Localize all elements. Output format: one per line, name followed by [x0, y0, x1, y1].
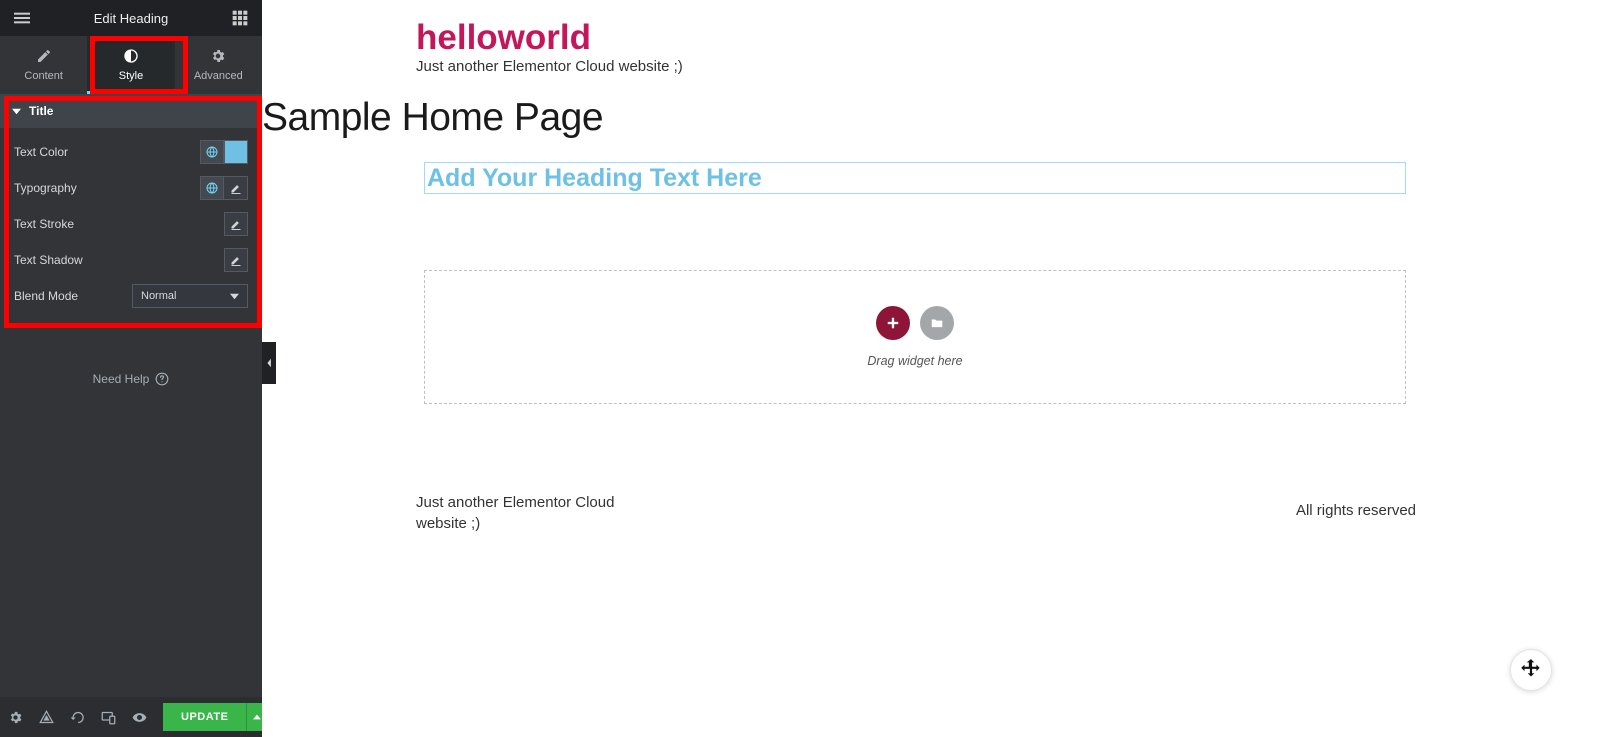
text-color-global-icon[interactable]	[200, 140, 224, 164]
drop-area-buttons	[876, 306, 954, 340]
tab-advanced-label: Advanced	[194, 70, 243, 82]
typography-label: Typography	[14, 181, 77, 195]
need-help-link[interactable]: Need Help	[0, 372, 262, 386]
update-button[interactable]: UPDATE	[163, 703, 246, 731]
empty-section-drop-area[interactable]: Drag widget here	[424, 270, 1406, 404]
control-typography: Typography	[14, 170, 248, 206]
blend-mode-label: Blend Mode	[14, 289, 78, 303]
text-stroke-label: Text Stroke	[14, 217, 74, 231]
control-text-shadow: Text Shadow	[14, 242, 248, 278]
drag-handle-icon[interactable]	[1510, 649, 1552, 691]
editor-panel: Edit Heading Content Style Advanced Titl…	[0, 0, 262, 737]
text-shadow-label: Text Shadow	[14, 253, 83, 267]
typography-global-icon[interactable]	[200, 176, 224, 200]
drop-area-text: Drag widget here	[867, 354, 962, 368]
panel-title: Edit Heading	[94, 11, 168, 26]
text-color-swatch[interactable]	[224, 140, 248, 164]
panel-footer: UPDATE	[0, 697, 262, 737]
footer-right-text: All rights reserved	[1296, 502, 1416, 519]
settings-icon[interactable]	[8, 708, 23, 726]
preview-canvas: helloworld Just another Elementor Cloud …	[262, 0, 1600, 737]
site-tagline: Just another Elementor Cloud website ;)	[416, 58, 683, 75]
need-help-label: Need Help	[93, 372, 150, 386]
text-shadow-edit-icon[interactable]	[224, 248, 248, 272]
typography-edit-icon[interactable]	[224, 176, 248, 200]
heading-widget[interactable]: Add Your Heading Text Here	[424, 162, 1406, 194]
panel-header: Edit Heading	[0, 0, 262, 36]
blend-mode-select[interactable]: Normal	[132, 284, 248, 308]
page-title: Sample Home Page	[262, 96, 603, 140]
tab-style-label: Style	[119, 70, 143, 82]
template-library-button[interactable]	[920, 306, 954, 340]
section-title-header[interactable]: Title	[0, 94, 262, 128]
text-stroke-edit-icon[interactable]	[224, 212, 248, 236]
editor-tabs: Content Style Advanced	[0, 36, 262, 94]
control-text-color: Text Color	[14, 134, 248, 170]
panel-collapse-button[interactable]	[262, 342, 276, 384]
preview-icon[interactable]	[132, 708, 147, 726]
tab-content[interactable]: Content	[0, 36, 87, 94]
menu-icon[interactable]	[12, 8, 32, 28]
apps-icon[interactable]	[230, 8, 250, 28]
responsive-icon[interactable]	[101, 708, 116, 726]
section-title-label: Title	[29, 104, 53, 118]
tab-advanced[interactable]: Advanced	[175, 36, 262, 94]
control-text-stroke: Text Stroke	[14, 206, 248, 242]
text-color-label: Text Color	[14, 145, 68, 159]
footer-left-text: Just another Elementor Cloud website ;)	[416, 492, 616, 534]
navigator-icon[interactable]	[39, 708, 54, 726]
style-controls: Text Color Typography Text Stroke	[0, 128, 262, 326]
site-title[interactable]: helloworld	[416, 18, 591, 58]
tab-style[interactable]: Style	[87, 36, 174, 94]
blend-mode-value: Normal	[141, 290, 176, 302]
control-blend-mode: Blend Mode Normal	[14, 278, 248, 314]
history-icon[interactable]	[70, 708, 85, 726]
tab-content-label: Content	[24, 70, 63, 82]
add-section-button[interactable]	[876, 306, 910, 340]
